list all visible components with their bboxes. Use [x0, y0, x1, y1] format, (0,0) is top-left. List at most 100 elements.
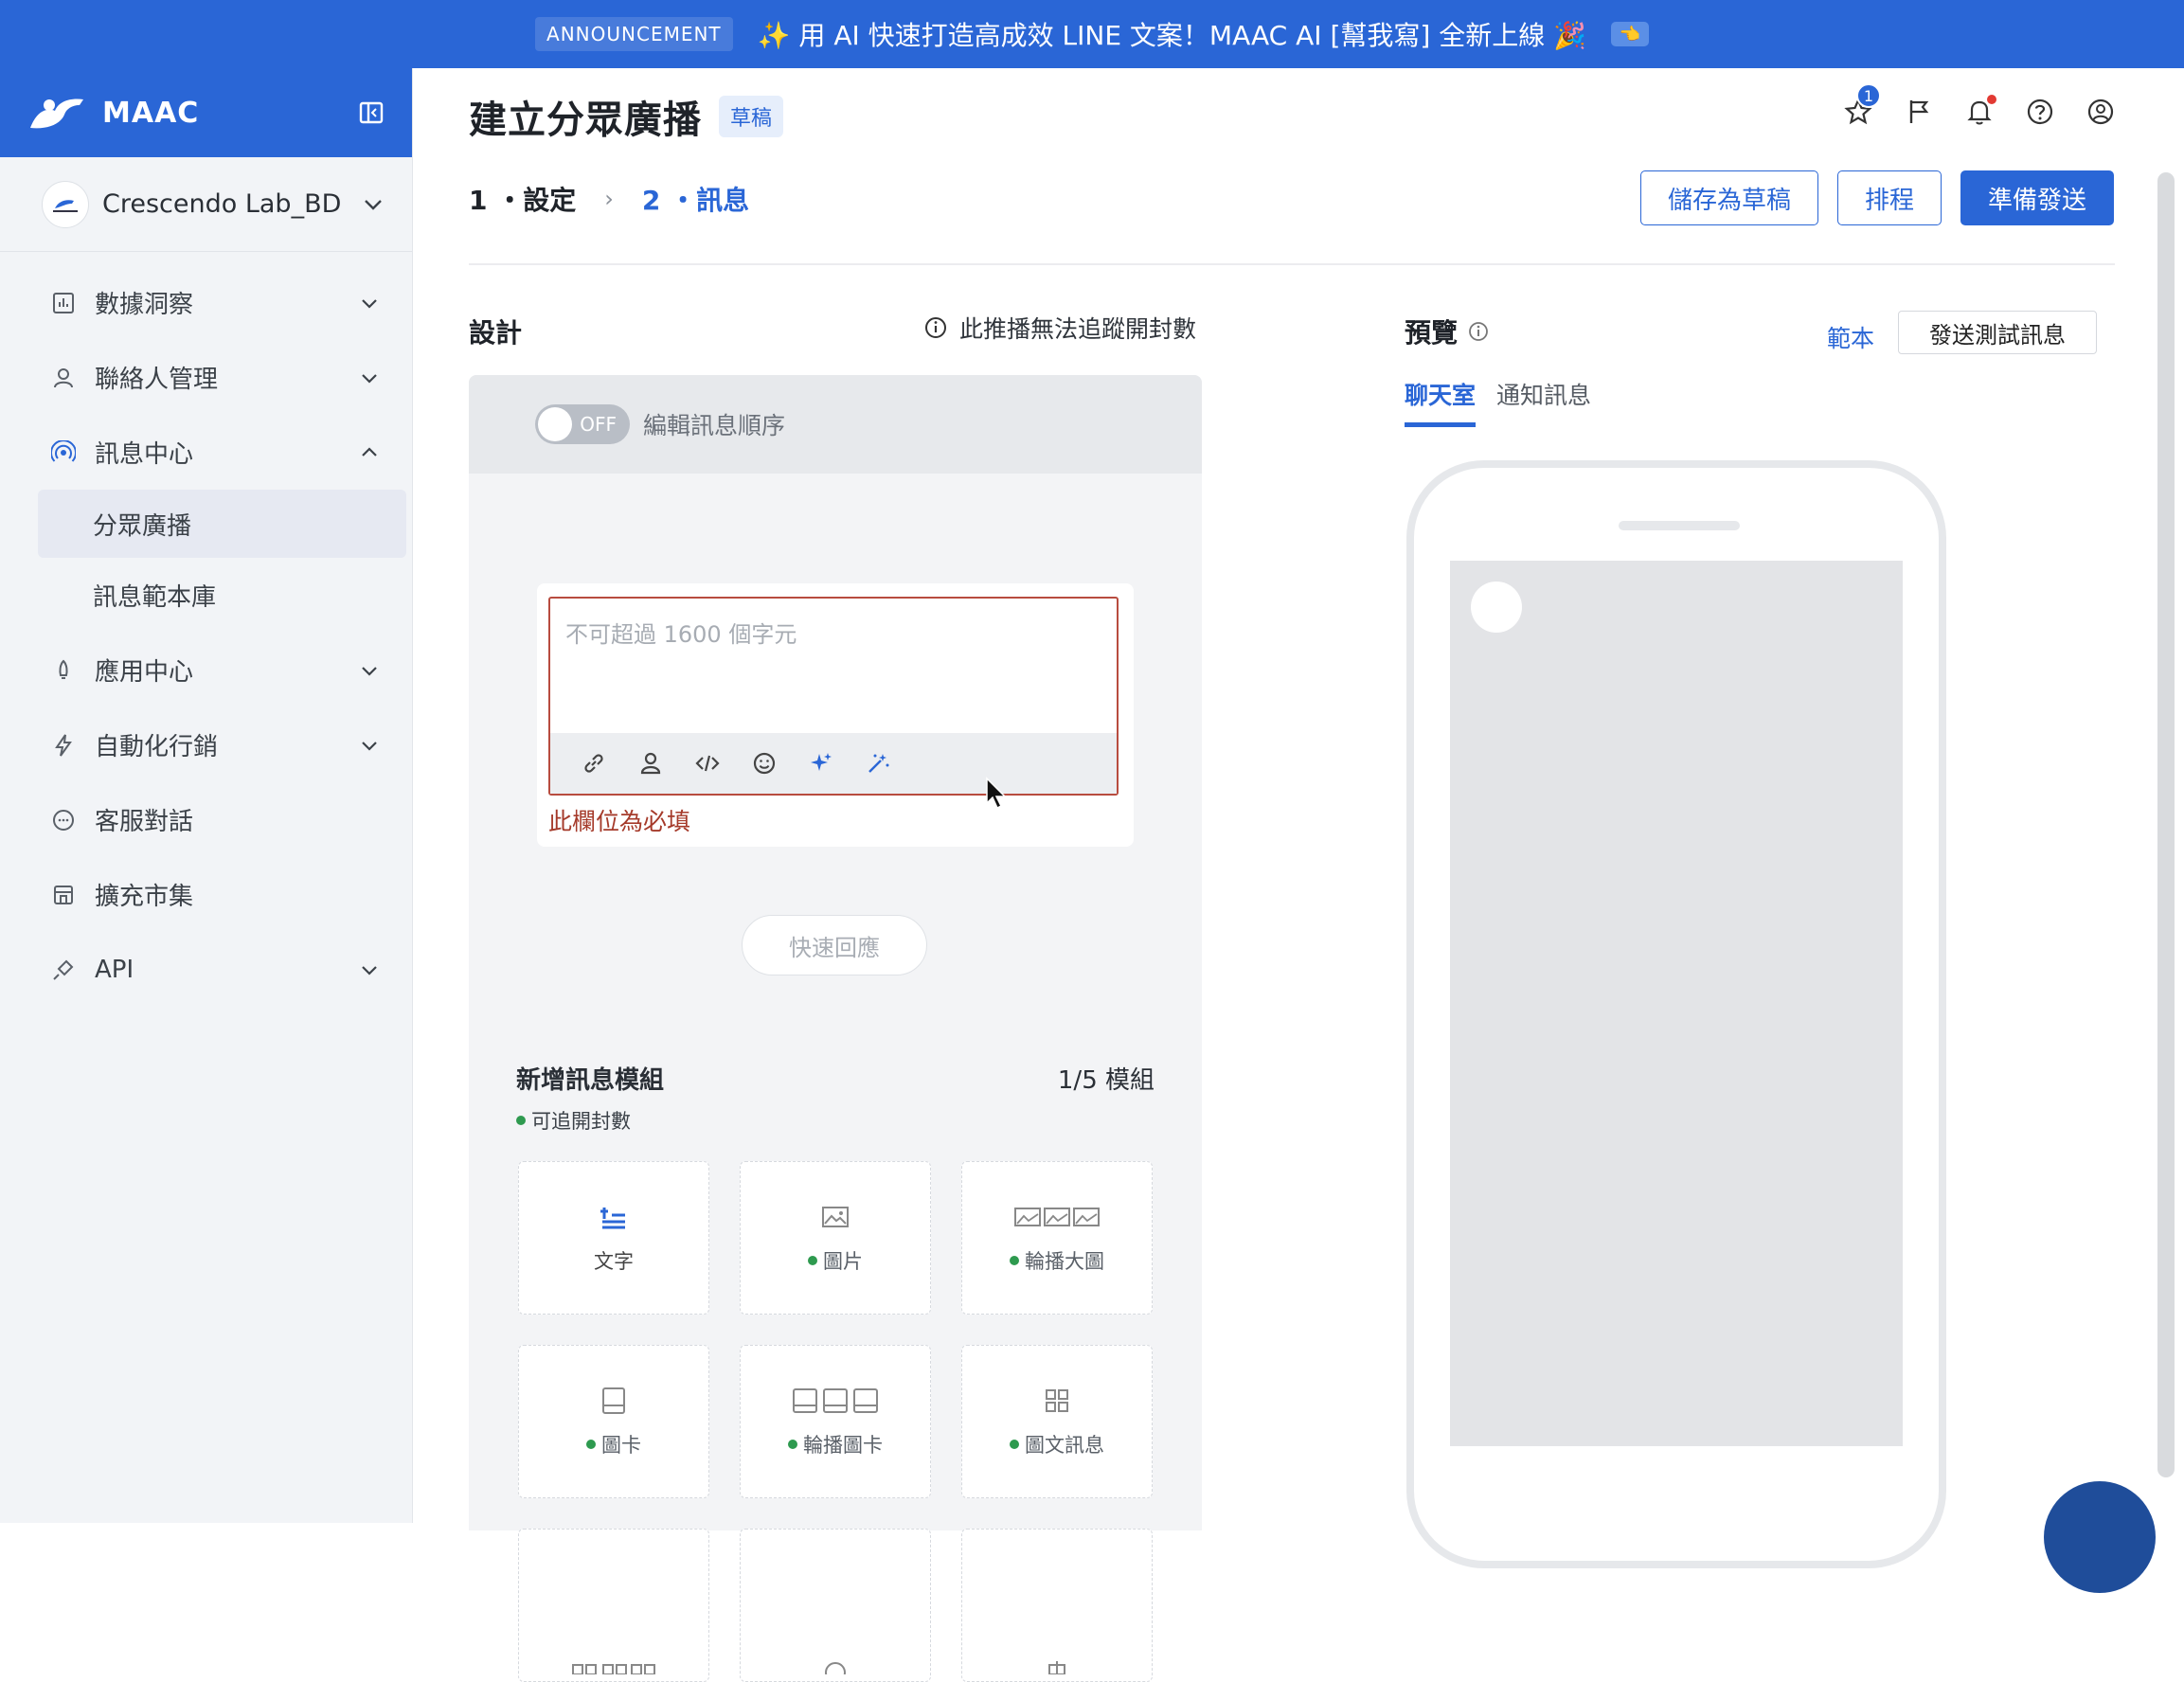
module-image[interactable]: 圖片 — [740, 1161, 931, 1315]
tab-chatroom[interactable]: 聊天室 — [1405, 377, 1477, 427]
sidebar-item-label: 訊息中心 — [95, 440, 194, 469]
main-content: 建立分眾廣播 草稿 1 1 ・設定 › 2 ・訊息 儲存為草稿 排程 準備發送 … — [414, 68, 2184, 1682]
star-button[interactable]: 1 — [1843, 83, 1881, 127]
sidebar-item-automation[interactable]: 自動化行銷 — [0, 707, 412, 782]
sample-link[interactable]: 範本 — [1827, 320, 1874, 354]
edit-order-toggle[interactable]: OFF — [535, 404, 630, 444]
schedule-button[interactable]: 排程 — [1836, 170, 1942, 225]
chevron-down-icon — [362, 666, 377, 676]
lightning-icon — [55, 733, 72, 757]
imagemap-icon — [1046, 1389, 1068, 1412]
card-icon — [602, 1387, 625, 1414]
link-icon[interactable] — [581, 750, 607, 777]
green-dot-icon — [788, 1440, 797, 1449]
design-panel: OFF 編輯訊息順序 不可超過 1600 個字元 此欄位為必填 快速回應 新增訊… — [469, 375, 1202, 1682]
sidebar-item-label: 自動化行銷 — [95, 733, 219, 761]
sidebar-item-contacts[interactable]: 聯絡人管理 — [0, 340, 412, 415]
chevron-down-icon — [362, 373, 377, 384]
user-circle-icon — [2087, 98, 2114, 125]
module-label: 圖卡 — [601, 1434, 641, 1457]
scrollbar[interactable] — [2157, 172, 2175, 1477]
green-dot-icon — [516, 1116, 526, 1125]
module-image-carousel[interactable]: 輪播大圖 — [961, 1161, 1153, 1315]
mouse-cursor-icon — [986, 777, 1007, 810]
module-label: 輪播大圖 — [1025, 1250, 1104, 1273]
save-draft-button[interactable]: 儲存為草稿 — [1639, 170, 1818, 225]
help-button[interactable] — [2025, 97, 2055, 127]
module-more-3[interactable] — [961, 1529, 1153, 1682]
module-card[interactable]: 圖卡 — [518, 1345, 709, 1498]
divider — [469, 263, 2115, 265]
ready-send-button[interactable]: 準備發送 — [1960, 170, 2114, 225]
page-header: 建立分眾廣播 草稿 — [469, 89, 784, 144]
chevron-right-icon: › — [604, 186, 614, 212]
image-icon — [822, 1207, 849, 1227]
order-toggle-bar: OFF 編輯訊息順序 — [469, 375, 1202, 474]
sidebar-item-app-center[interactable]: 應用中心 — [0, 633, 412, 707]
text-icon — [600, 1208, 625, 1229]
sidebar-item-label: 聯絡人管理 — [95, 366, 219, 394]
module-more-1[interactable] — [518, 1529, 709, 1682]
step-message[interactable]: 2 ・訊息 — [642, 180, 749, 218]
message-editor[interactable]: 不可超過 1600 個字元 — [548, 597, 1119, 796]
chat-icon — [53, 809, 74, 831]
ai-sparkle-icon[interactable] — [808, 750, 834, 777]
account-avatar — [42, 180, 89, 228]
sidebar-item-insights[interactable]: 數據洞察 — [0, 265, 412, 340]
maac-logo-icon — [30, 98, 83, 129]
sidebar-item-message-center[interactable]: 訊息中心 — [0, 415, 412, 490]
collapse-sidebar-icon[interactable] — [357, 98, 385, 127]
ai-magic-wand-icon[interactable] — [865, 750, 891, 777]
quick-reply-button[interactable]: 快速回應 — [742, 915, 927, 975]
tracking-note-text: 此推播無法追蹤開封數 — [959, 315, 1197, 343]
sidebar-item-api[interactable]: API — [0, 932, 412, 1007]
account-switcher[interactable]: Crescendo Lab_BD — [0, 157, 412, 252]
status-badge: 草稿 — [719, 96, 784, 137]
avatar — [1471, 582, 1522, 633]
crescendo-logo-icon — [53, 199, 78, 212]
code-icon[interactable] — [694, 750, 721, 777]
green-dot-icon — [586, 1440, 596, 1449]
video-icon — [825, 1662, 846, 1674]
sidebar-item-label: 數據洞察 — [95, 291, 194, 319]
sidebar-item-template-library[interactable]: 訊息範本庫 — [0, 558, 412, 633]
sidebar-item-label: 分眾廣播 — [93, 511, 192, 541]
help-icon — [2027, 98, 2053, 125]
announcement-text[interactable]: ✨ 用 AI 快速打造高成效 LINE 文案！MAAC AI [幫我寫] 全新上… — [758, 15, 1586, 53]
module-text[interactable]: 文字 — [518, 1161, 709, 1315]
sidebar-item-label: API — [95, 955, 134, 984]
emoji-icon[interactable] — [751, 750, 778, 777]
trackable-note: 可追開封數 — [516, 1106, 631, 1135]
sidebar-item-segment-broadcast[interactable]: 分眾廣播 — [38, 490, 406, 558]
notification-button[interactable] — [1964, 95, 1996, 127]
module-card-carousel[interactable]: 輪播圖卡 — [740, 1345, 931, 1498]
sidebar-item-label: 訊息範本庫 — [93, 583, 217, 612]
brand-header: MAAC — [0, 68, 412, 157]
flag-button[interactable] — [1904, 97, 1934, 127]
info-icon — [925, 317, 946, 338]
phone-speaker — [1619, 521, 1740, 530]
chevron-down-icon — [362, 741, 377, 751]
page-title: 建立分眾廣播 — [469, 98, 702, 142]
person-icon[interactable] — [637, 750, 664, 777]
module-more-2[interactable] — [740, 1529, 931, 1682]
sidebar: MAAC Crescendo Lab_BD 數據洞察 聯絡人管理 訊息中心 分眾… — [0, 68, 413, 1523]
step-settings[interactable]: 1 ・設定 — [469, 180, 576, 218]
sidebar-item-customer-chat[interactable]: 客服對話 — [0, 782, 412, 857]
rocket-icon — [59, 659, 68, 679]
chat-launcher-button[interactable] — [2044, 1481, 2156, 1593]
carousel-card-icon — [793, 1388, 878, 1413]
text-message-card: 不可超過 1600 個字元 此欄位為必填 — [537, 583, 1134, 847]
toggle-state: OFF — [580, 413, 617, 436]
module-imagemap[interactable]: 圖文訊息 — [961, 1345, 1153, 1498]
send-test-button[interactable]: 發送測試訊息 — [1898, 311, 2097, 354]
notification-dot — [1987, 95, 1996, 104]
profile-button[interactable] — [2086, 97, 2116, 127]
announcement-bar[interactable]: ANNOUNCEMENT ✨ 用 AI 快速打造高成效 LINE 文案！MAAC… — [0, 0, 2184, 68]
chevron-down-icon[interactable] — [361, 192, 385, 217]
tab-notification[interactable]: 通知訊息 — [1496, 377, 1591, 427]
module-label: 圖文訊息 — [1025, 1434, 1104, 1457]
sidebar-item-marketplace[interactable]: 擴充市集 — [0, 857, 412, 932]
add-module-title: 新增訊息模組 — [516, 1066, 665, 1095]
phone-screen — [1450, 561, 1903, 1446]
